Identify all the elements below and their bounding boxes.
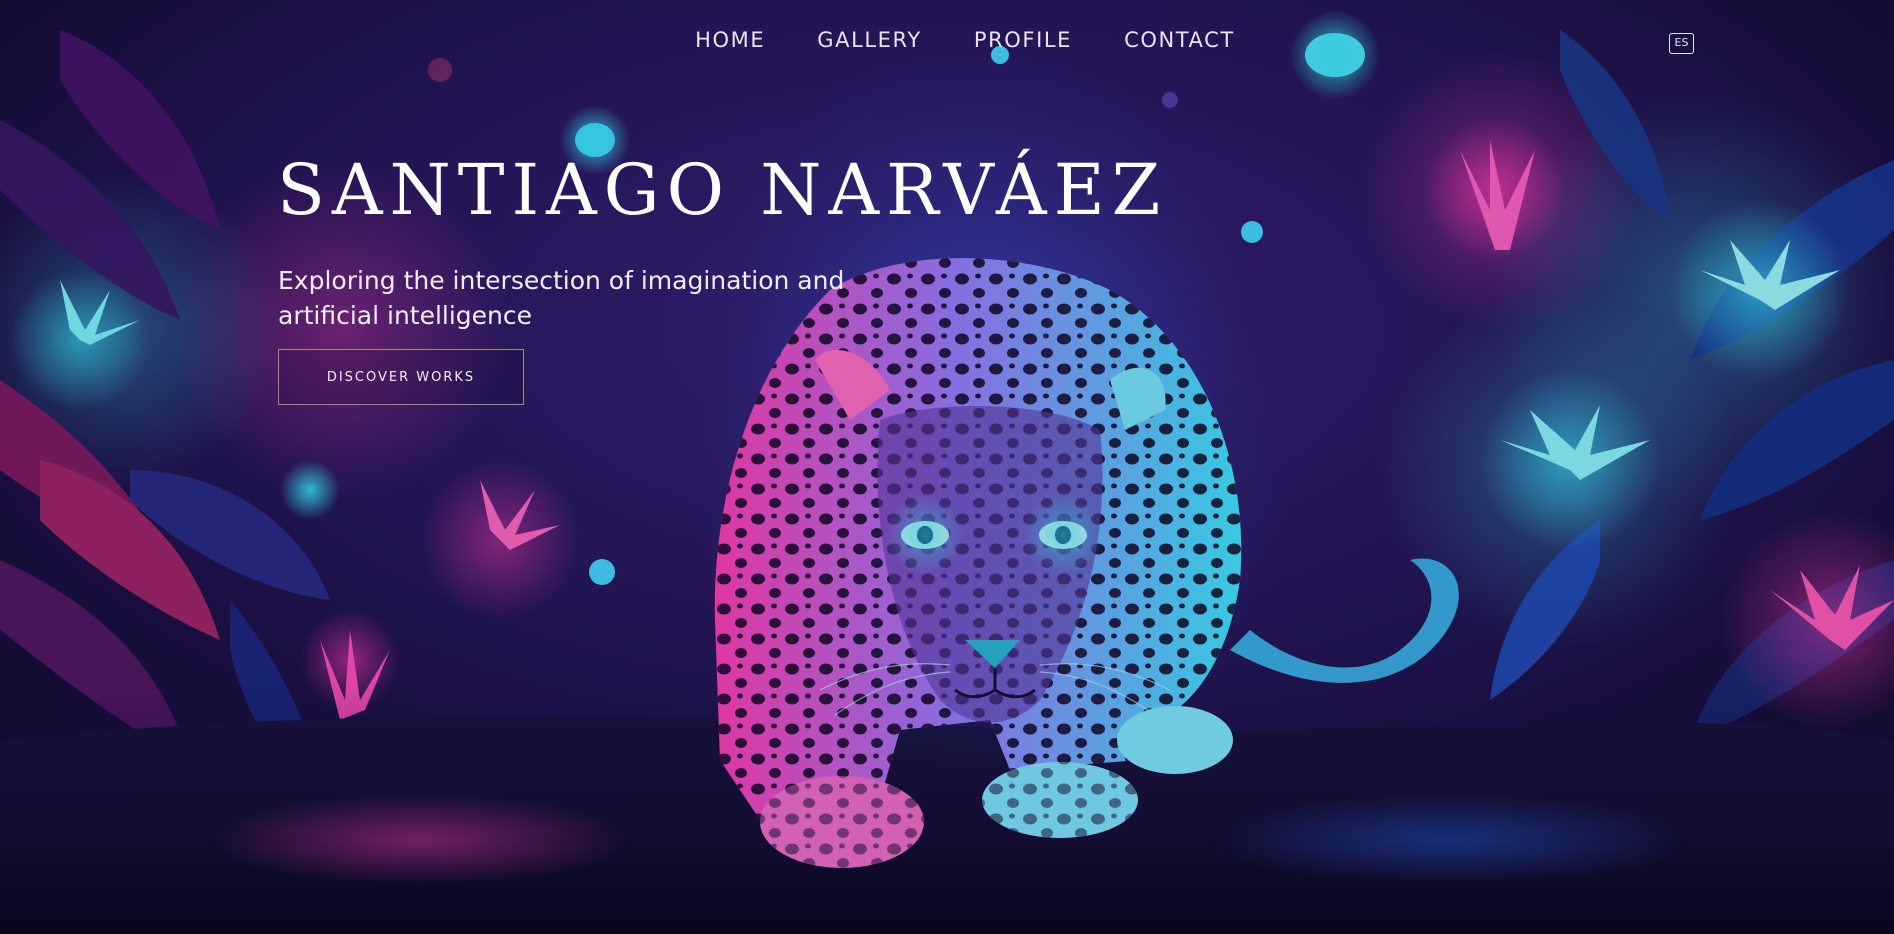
nav-link-home[interactable]: HOME [695, 28, 765, 52]
portfolio-landing-page: HOME GALLERY PROFILE CONTACT ES SANTIAGO… [0, 0, 1894, 934]
hero-section: SANTIAGO NARVÁEZ Exploring the intersect… [277, 152, 1167, 405]
discover-works-button[interactable]: DISCOVER WORKS [278, 349, 524, 405]
main-navigation: HOME GALLERY PROFILE CONTACT [0, 28, 1894, 52]
hero-subtitle: Exploring the intersection of imaginatio… [278, 266, 845, 330]
language-toggle-button[interactable]: ES [1669, 33, 1694, 54]
jaguar-jungle-background-image [0, 0, 1894, 934]
nav-link-contact[interactable]: CONTACT [1124, 28, 1235, 52]
hero-title: SANTIAGO NARVÁEZ [277, 149, 1168, 231]
nav-link-profile[interactable]: PROFILE [974, 28, 1072, 52]
nav-link-gallery[interactable]: GALLERY [817, 28, 922, 52]
